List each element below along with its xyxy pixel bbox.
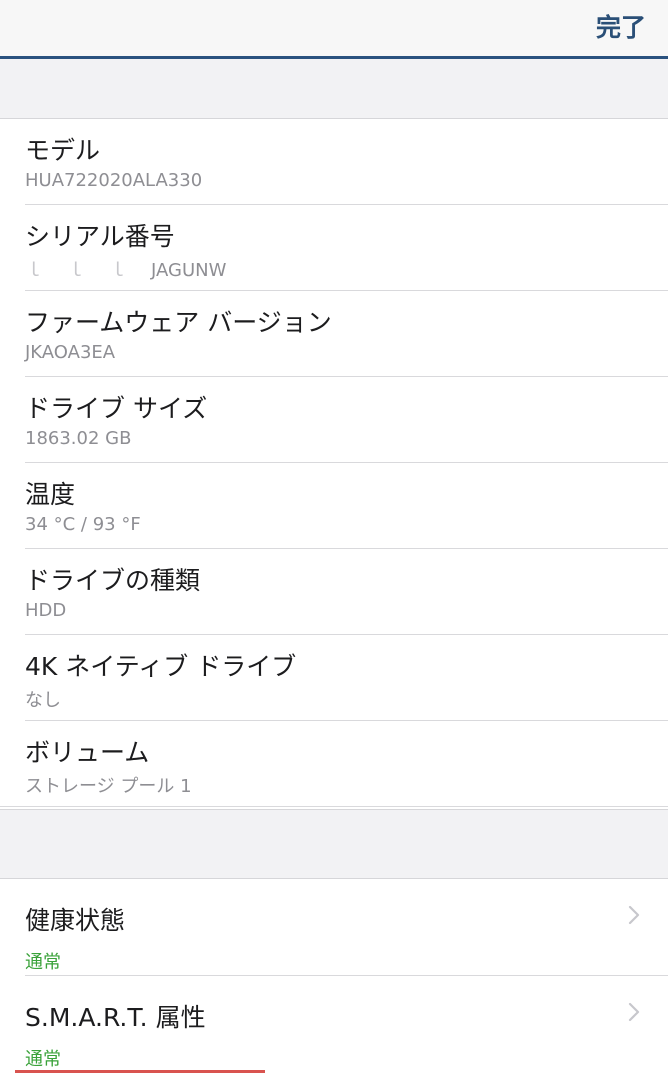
detail-label: ファームウェア バージョン — [25, 308, 332, 337]
detail-value: HUA722020ALA330 — [25, 170, 203, 191]
detail-label: シリアル番号 — [25, 222, 175, 251]
detail-row-serial: シリアル番号 ｌｌｌJAGUNW — [0, 205, 668, 291]
divider — [0, 806, 668, 807]
detail-label: ドライブ サイズ — [25, 394, 208, 423]
done-button[interactable]: 完了 — [596, 8, 646, 44]
redacted-mark: ｌｌｌ — [25, 260, 151, 281]
detail-row-drive-size: ドライブ サイズ 1863.02 GB — [0, 377, 668, 463]
serial-visible-part: JAGUNW — [151, 260, 227, 281]
section-spacer — [0, 59, 668, 119]
underline-annotation — [15, 1070, 265, 1073]
detail-value: JKAOA3EA — [25, 342, 116, 363]
detail-label: 温度 — [25, 480, 76, 509]
row-label: S.M.A.R.T. 属性 — [25, 1003, 206, 1032]
drive-details-list: モデル HUA722020ALA330 シリアル番号 ｌｌｌJAGUNW ファー… — [0, 119, 668, 809]
detail-value: ストレージ プール 1 — [25, 776, 192, 797]
detail-row-volume: ボリューム ストレージ プール 1 — [0, 721, 668, 807]
detail-label: モデル — [25, 136, 101, 165]
detail-value: HDD — [25, 600, 67, 621]
navigation-bar: 完了 — [0, 0, 668, 59]
detail-row-firmware: ファームウェア バージョン JKAOA3EA — [0, 291, 668, 377]
detail-row-temperature: 温度 34 °C / 93 °F — [0, 463, 668, 549]
detail-label: ドライブの種類 — [25, 566, 201, 595]
detail-value: 1863.02 GB — [25, 428, 132, 449]
detail-value: なし — [25, 690, 61, 711]
status-text: 通常 — [25, 952, 61, 973]
detail-row-4k-native: 4K ネイティブ ドライブ なし — [0, 635, 668, 721]
disk-info-page: 完了 モデル HUA722020ALA330 シリアル番号 ｌｌｌJAGUNW … — [0, 0, 668, 1080]
chevron-right-icon — [628, 905, 640, 925]
detail-value: ｌｌｌJAGUNW — [25, 256, 226, 282]
row-label: 健康状態 — [25, 906, 126, 935]
status-text: 通常 — [25, 1049, 61, 1070]
detail-row-drive-type: ドライブの種類 HDD — [0, 549, 668, 635]
detail-label: ボリューム — [25, 738, 150, 767]
section-spacer — [0, 809, 668, 879]
chevron-right-icon — [628, 1002, 640, 1022]
detail-value: 34 °C / 93 °F — [25, 514, 141, 535]
health-status-row[interactable]: 健康状態 通常 — [0, 879, 668, 976]
smart-attributes-row[interactable]: S.M.A.R.T. 属性 通常 — [0, 976, 668, 1073]
detail-row-model: モデル HUA722020ALA330 — [0, 119, 668, 205]
detail-label: 4K ネイティブ ドライブ — [25, 652, 297, 681]
health-list: 健康状態 通常 S.M.A.R.T. 属性 通常 — [0, 879, 668, 1080]
